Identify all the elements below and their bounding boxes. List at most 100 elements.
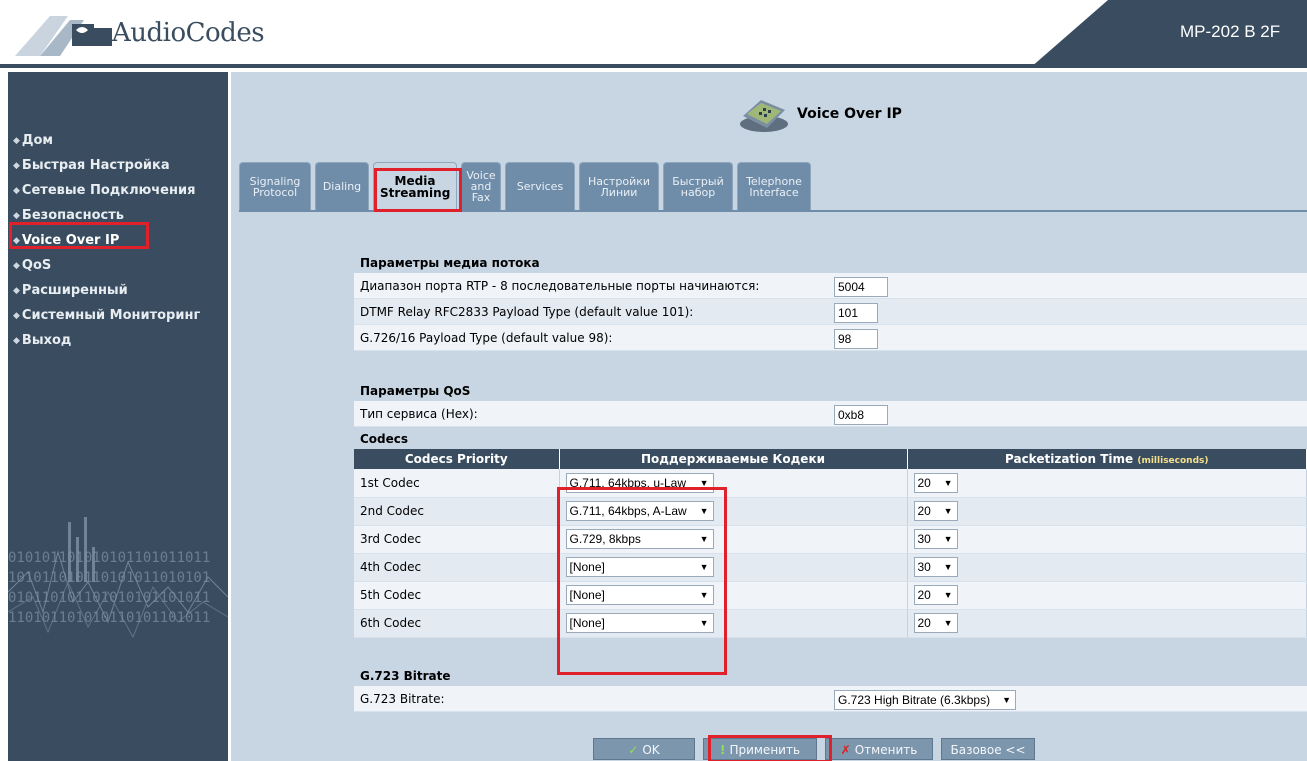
bullet-icon: ◆ <box>13 261 20 271</box>
dropdown-arrow-icon: ▼ <box>943 562 953 572</box>
rtp-port-row: Диапазон порта RTP - 8 последовательные … <box>354 273 1307 299</box>
sidebar-item-label: QoS <box>21 258 52 273</box>
dropdown-arrow-icon: ▼ <box>943 477 953 488</box>
dtmf-payload-row: DTMF Relay RFC2833 Payload Type (default… <box>354 299 1307 325</box>
tos-input[interactable]: 0xb8 <box>834 405 888 425</box>
tab-speed-dial[interactable]: Быстрый набор <box>663 162 733 210</box>
ptime-cell: 30 ▼ <box>907 525 1307 554</box>
main-panel: Voice Over IP Signaling Protocol Dialing… <box>231 72 1307 761</box>
basic-button-label: Базовое << <box>950 743 1026 757</box>
bullet-icon: ◆ <box>13 211 20 221</box>
ptime-cell: 20 ▼ <box>907 497 1307 526</box>
sidebar-item-advanced[interactable]: ◆ Расширенный <box>8 278 228 303</box>
ptime-select-value: 20 <box>917 616 931 630</box>
sidebar-item-quick-setup[interactable]: ◆ Быстрая Настройка <box>8 153 228 178</box>
header-slant <box>1030 0 1108 68</box>
tos-label: Тип сервиса (Hex): <box>360 407 478 421</box>
bullet-icon: ◆ <box>13 186 20 196</box>
tab-label: Линии <box>600 185 638 199</box>
table-row: 1st Codec G.711, 64kbps, u-Law ▼ 20 ▼ <box>354 469 1307 498</box>
cancel-button[interactable]: ✗ Отменить <box>825 738 933 760</box>
binary-text: 110101101010110101101011 <box>8 610 211 626</box>
tab-line-settings[interactable]: Настройки Линии <box>579 162 659 210</box>
tab-telephone-interface[interactable]: Telephone Interface <box>737 162 811 210</box>
binary-text: 101011010110101011010101 <box>8 570 211 586</box>
sidebar-item-network-connections[interactable]: ◆ Сетевые Подключения <box>8 178 228 203</box>
tab-dialing[interactable]: Dialing <box>315 162 369 210</box>
tab-signaling-protocol[interactable]: Signaling Protocol <box>239 162 311 210</box>
header-codecs-priority: Codecs Priority <box>354 449 560 469</box>
header-ptime-unit: (milliseconds) <box>1137 456 1209 466</box>
rtp-port-input[interactable]: 5004 <box>834 277 888 297</box>
qos-title: Параметры QoS <box>360 384 471 398</box>
tab-services[interactable]: Services <box>505 162 575 210</box>
dtmf-payload-input[interactable]: 101 <box>834 303 878 323</box>
tab-voice-and-fax[interactable]: Voice and Fax <box>461 162 501 210</box>
tab-label: Protocol <box>252 185 298 199</box>
ptime-select-value: 20 <box>917 504 931 518</box>
table-row: 4th Codec [None] ▼ 30 ▼ <box>354 553 1307 582</box>
ptime-select-value: 30 <box>917 532 931 546</box>
dropdown-arrow-icon: ▼ <box>943 590 953 600</box>
tab-label: Interface <box>749 185 799 199</box>
g723-label: G.723 Bitrate: <box>360 691 445 706</box>
codecs-header-row: Codecs Priority Поддерживаемые Кодеки Pa… <box>354 449 1307 469</box>
ptime-select[interactable]: 20 ▼ <box>913 501 958 521</box>
bullet-icon: ◆ <box>13 136 20 146</box>
table-row: 6th Codec [None] ▼ 20 ▼ <box>354 609 1307 638</box>
x-icon: ✗ <box>840 743 851 757</box>
sidebar-item-home[interactable]: ◆ Дом <box>8 128 228 153</box>
binary-text: 010101101010101101011011 <box>8 550 211 566</box>
codec-priority: 4th Codec <box>354 553 560 582</box>
tab-label: Dialing <box>322 180 362 193</box>
logo-mark-icon <box>10 8 120 58</box>
g723-select-value: G.723 High Bitrate (6.3kbps) <box>838 692 991 707</box>
check-icon: ✓ <box>628 743 639 757</box>
rtp-port-label: Диапазон порта RTP - 8 последовательные … <box>360 279 760 293</box>
ptime-cell: 20 ▼ <box>907 609 1307 638</box>
bullet-icon: ◆ <box>13 311 20 321</box>
header-stripe <box>0 64 1307 68</box>
codec-priority: 1st Codec <box>354 469 560 498</box>
ptime-select[interactable]: 20 ▼ <box>913 585 958 605</box>
settings-form: Параметры медиа потока Диапазон порта RT… <box>354 253 1307 712</box>
tab-label: Быстрый <box>672 174 724 188</box>
highlight-box-voip-nav <box>9 222 149 249</box>
codec-priority: 3rd Codec <box>354 525 560 554</box>
tab-label: Telephone <box>746 174 802 188</box>
tab-label: Signaling <box>249 174 301 188</box>
ptime-select[interactable]: 30 ▼ <box>913 529 958 549</box>
bullet-icon: ◆ <box>13 286 20 296</box>
bullet-icon: ◆ <box>13 161 20 171</box>
ptime-select[interactable]: 20 ▼ <box>913 613 958 633</box>
sidebar-item-qos[interactable]: ◆ QoS <box>8 253 228 278</box>
decorative-binary-art: 010101101010101101011011 101011010110101… <box>8 512 228 672</box>
sidebar-item-system-monitoring[interactable]: ◆ Системный Мониторинг <box>8 303 228 328</box>
table-row: 2nd Codec G.711, 64kbps, A-Law ▼ 20 ▼ <box>354 497 1307 526</box>
sidebar-item-logout[interactable]: ◆ Выход <box>8 328 228 353</box>
ptime-cell: 20 ▼ <box>907 581 1307 610</box>
header-packetization-time: Packetization Time (milliseconds) <box>907 449 1307 469</box>
codec-priority: 2nd Codec <box>354 497 560 526</box>
basic-button[interactable]: Базовое << <box>941 738 1035 760</box>
dropdown-arrow-icon: ▼ <box>1002 694 1011 705</box>
g726-payload-input[interactable]: 98 <box>834 329 878 349</box>
dropdown-arrow-icon: ▼ <box>943 534 953 544</box>
g726-payload-label: G.726/16 Payload Type (default value 98)… <box>360 331 613 345</box>
tab-bar: Signaling Protocol Dialing Media Streami… <box>239 162 815 210</box>
ok-button[interactable]: ✓ OK <box>593 738 695 760</box>
ptime-select-value: 20 <box>917 475 931 490</box>
highlight-box-media-streaming-tab <box>374 168 462 212</box>
bullet-icon: ◆ <box>13 336 20 346</box>
ptime-select[interactable]: 30 ▼ <box>913 557 958 577</box>
highlight-box-codecs <box>557 487 727 675</box>
sidebar: ◆ Дом ◆ Быстрая Настройка ◆ Сетевые Подключ… <box>8 72 228 761</box>
tab-label: набор <box>680 185 716 199</box>
sidebar-item-label: Безопасность <box>21 208 124 223</box>
header: AudioCodes MP-202 B 2F <box>0 0 1307 68</box>
tab-label: Fax <box>471 191 491 204</box>
codec-priority: 6th Codec <box>354 609 560 638</box>
g723-select[interactable]: G.723 High Bitrate (6.3kbps) ▼ <box>834 689 1016 710</box>
ptime-select[interactable]: 20 ▼ <box>913 472 958 493</box>
